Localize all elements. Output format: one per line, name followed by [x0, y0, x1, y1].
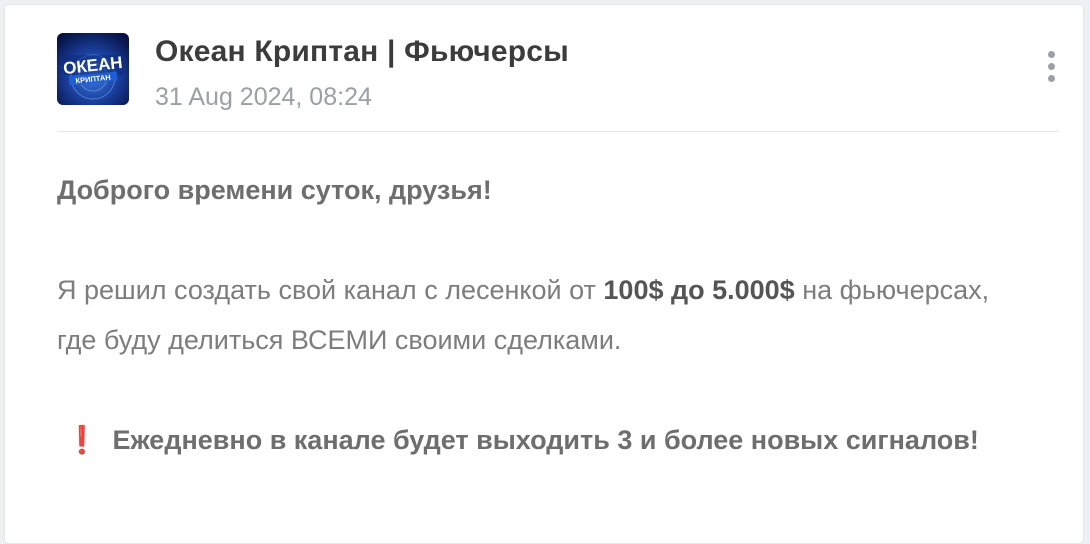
paragraph-bold-amount: 100$ до 5.000$: [603, 275, 795, 305]
avatar[interactable]: ОКЕАН КРИПТАН: [57, 33, 129, 105]
notice-message: Ежедневно в канале будет выходить 3 и бо…: [112, 425, 979, 455]
notice-text: ❗ Ежедневно в канале будет выходить 3 и …: [57, 415, 1023, 465]
post-header: ОКЕАН КРИПТАН Океан Криптан | Фьючерсы 3…: [57, 33, 1059, 113]
post-date: 31 Aug 2024, 08:24: [155, 83, 372, 111]
more-vertical-icon[interactable]: [1043, 51, 1059, 91]
post-card: ОКЕАН КРИПТАН Океан Криптан | Фьючерсы 3…: [4, 4, 1084, 544]
channel-name[interactable]: Океан Криптан | Фьючерсы: [155, 35, 569, 69]
greeting-text: Доброго времени суток, друзья!: [57, 175, 492, 205]
divider: [57, 131, 1059, 132]
post-body: Доброго времени суток, друзья! Я решил с…: [57, 165, 1023, 465]
exclamation-icon: ❗: [65, 425, 99, 455]
paragraph-text-part1: Я решил создать свой канал с лесенкой от: [57, 275, 604, 305]
post-paragraph: Я решил создать свой канал с лесенкой от…: [57, 265, 1023, 365]
channel-logo-icon: ОКЕАН КРИПТАН: [62, 53, 123, 100]
